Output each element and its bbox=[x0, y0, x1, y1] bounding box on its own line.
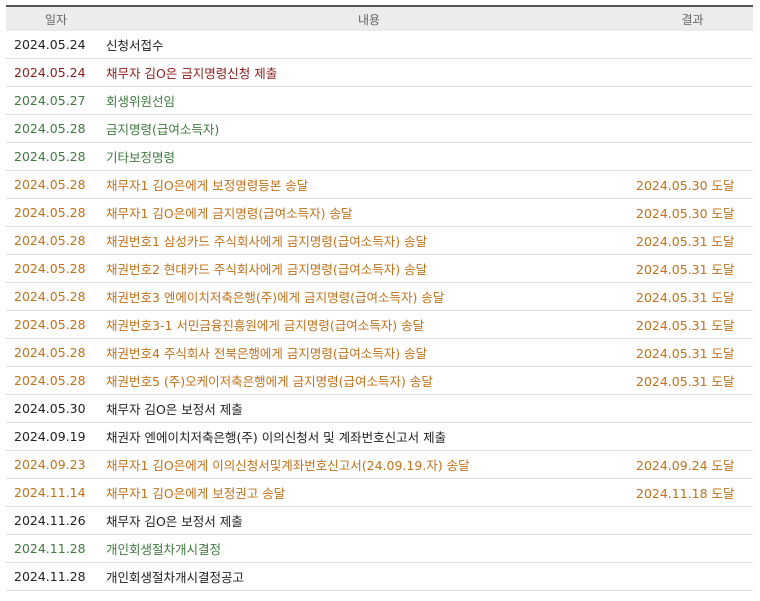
row-date: 2024.05.27 bbox=[6, 86, 106, 115]
row-content: 채권번호2 현대카드 주식회사에게 금지명령(급여소득자) 송달 bbox=[106, 254, 632, 283]
row-date: 2024.11.26 bbox=[6, 506, 106, 535]
row-date: 2024.05.28 bbox=[6, 170, 106, 199]
table-body: 2024.05.24 신청서접수 2024.05.24 채무자 김O은 금지명령신청 … bbox=[6, 31, 753, 591]
table-row: 2024.05.28 채권번호4 주식회사 전북은행에게 금지명령(급여소득자) … bbox=[6, 338, 753, 367]
row-result: 2024.11.18 도달 bbox=[632, 478, 753, 507]
row-content: 채권번호5 (주)오케이저축은행에게 금지명령(급여소득자) 송달 bbox=[106, 366, 632, 395]
row-date: 2024.11.14 bbox=[6, 478, 106, 507]
row-content: 신청서접수 bbox=[106, 31, 632, 59]
table-header: 일자 내용 결과 bbox=[6, 6, 753, 31]
row-result: 2024.05.31 도달 bbox=[632, 310, 753, 339]
row-content: 채권번호3 엔에이치저축은행(주)에게 금지명령(급여소득자) 송달 bbox=[106, 282, 632, 311]
row-content: 채무자1 김O은에게 금지명령(급여소득자) 송달 bbox=[106, 198, 632, 227]
row-content: 채무자 김O은 보정서 제출 bbox=[106, 394, 632, 423]
table-row: 2024.05.24 채무자 김O은 금지명령신청 제출 bbox=[6, 58, 753, 87]
table-row: 2024.11.14 채무자1 김O은에게 보정권고 송달 2024.11.18 도… bbox=[6, 478, 753, 507]
row-result bbox=[632, 58, 753, 87]
row-date: 2024.05.28 bbox=[6, 142, 106, 171]
table-row: 2024.05.28 채무자1 김O은에게 보정명령등본 송달 2024.05.30… bbox=[6, 170, 753, 199]
row-date: 2024.05.28 bbox=[6, 226, 106, 255]
row-date: 2024.11.28 bbox=[6, 534, 106, 563]
table-row: 2024.05.28 채권번호5 (주)오케이저축은행에게 금지명령(급여소득자)… bbox=[6, 366, 753, 395]
row-date: 2024.05.28 bbox=[6, 282, 106, 311]
header-result: 결과 bbox=[632, 6, 753, 31]
row-result: 2024.05.30 도달 bbox=[632, 198, 753, 227]
row-content: 채무자 김O은 금지명령신청 제출 bbox=[106, 58, 632, 87]
table-row: 2024.05.28 금지명령(급여소득자) bbox=[6, 114, 753, 143]
header-date: 일자 bbox=[6, 6, 106, 31]
row-content: 채권번호1 삼성카드 주식회사에게 금지명령(급여소득자) 송달 bbox=[106, 226, 632, 255]
header-row: 일자 내용 결과 bbox=[6, 6, 753, 31]
row-result: 2024.05.31 도달 bbox=[632, 338, 753, 367]
row-result bbox=[632, 534, 753, 563]
row-result: 2024.09.24 도달 bbox=[632, 450, 753, 479]
row-result: 2024.05.31 도달 bbox=[632, 282, 753, 311]
row-date: 2024.09.23 bbox=[6, 450, 106, 479]
row-content: 금지명령(급여소득자) bbox=[106, 114, 632, 143]
case-history-table: 일자 내용 결과 2024.05.24 신청서접수 2024.05.24 채무자 김O… bbox=[6, 5, 753, 591]
row-content: 채권번호4 주식회사 전북은행에게 금지명령(급여소득자) 송달 bbox=[106, 338, 632, 367]
row-content: 개인회생절차개시결정공고 bbox=[106, 562, 632, 591]
row-date: 2024.05.28 bbox=[6, 338, 106, 367]
table-row: 2024.05.28 채권번호1 삼성카드 주식회사에게 금지명령(급여소득자) … bbox=[6, 226, 753, 255]
table-row: 2024.09.19 채권자 엔에이치저축은행(주) 이의신청서 및 계좌번호신고… bbox=[6, 422, 753, 451]
row-date: 2024.09.19 bbox=[6, 422, 106, 451]
row-date: 2024.05.28 bbox=[6, 254, 106, 283]
row-content: 채무자 김O은 보정서 제출 bbox=[106, 506, 632, 535]
table-row: 2024.05.28 채권번호3 엔에이치저축은행(주)에게 금지명령(급여소득자… bbox=[6, 282, 753, 311]
row-date: 2024.05.28 bbox=[6, 366, 106, 395]
row-content: 채무자1 김O은에게 보정명령등본 송달 bbox=[106, 170, 632, 199]
row-date: 2024.05.24 bbox=[6, 58, 106, 87]
table-row: 2024.11.28 개인회생절차개시결정공고 bbox=[6, 562, 753, 591]
row-content: 기타보정명령 bbox=[106, 142, 632, 171]
table-row: 2024.05.28 채권번호3-1 서민금융진흥원에게 금지명령(급여소득자) … bbox=[6, 310, 753, 339]
row-content: 채권자 엔에이치저축은행(주) 이의신청서 및 계좌번호신고서 제출 bbox=[106, 422, 632, 451]
row-date: 2024.05.28 bbox=[6, 198, 106, 227]
row-result: 2024.05.30 도달 bbox=[632, 170, 753, 199]
table-row: 2024.11.28 개인회생절차개시결정 bbox=[6, 534, 753, 563]
row-result bbox=[632, 394, 753, 423]
case-history-panel: 일자 내용 결과 2024.05.24 신청서접수 2024.05.24 채무자 김O… bbox=[6, 5, 753, 591]
row-result bbox=[632, 86, 753, 115]
row-date: 2024.05.30 bbox=[6, 394, 106, 423]
row-content: 채무자1 김O은에게 보정권고 송달 bbox=[106, 478, 632, 507]
row-content: 개인회생절차개시결정 bbox=[106, 534, 632, 563]
row-result bbox=[632, 142, 753, 171]
table-row: 2024.05.28 기타보정명령 bbox=[6, 142, 753, 171]
row-date: 2024.05.28 bbox=[6, 310, 106, 339]
row-result: 2024.05.31 도달 bbox=[632, 226, 753, 255]
row-content: 회생위원선임 bbox=[106, 86, 632, 115]
row-result bbox=[632, 506, 753, 535]
row-date: 2024.05.24 bbox=[6, 31, 106, 59]
table-row: 2024.05.24 신청서접수 bbox=[6, 31, 753, 59]
table-row: 2024.11.26 채무자 김O은 보정서 제출 bbox=[6, 506, 753, 535]
row-result bbox=[632, 114, 753, 143]
table-row: 2024.05.28 채권번호2 현대카드 주식회사에게 금지명령(급여소득자) … bbox=[6, 254, 753, 283]
header-content: 내용 bbox=[106, 6, 632, 31]
row-content: 채무자1 김O은에게 이의신청서및계좌번호신고서(24.09.19.자) 송달 bbox=[106, 450, 632, 479]
table-row: 2024.05.30 채무자 김O은 보정서 제출 bbox=[6, 394, 753, 423]
row-result bbox=[632, 422, 753, 451]
row-result bbox=[632, 31, 753, 59]
row-result: 2024.05.31 도달 bbox=[632, 366, 753, 395]
row-date: 2024.05.28 bbox=[6, 114, 106, 143]
table-row: 2024.05.28 채무자1 김O은에게 금지명령(급여소득자) 송달 2024.… bbox=[6, 198, 753, 227]
table-row: 2024.09.23 채무자1 김O은에게 이의신청서및계좌번호신고서(24.09… bbox=[6, 450, 753, 479]
row-result bbox=[632, 562, 753, 591]
row-date: 2024.11.28 bbox=[6, 562, 106, 591]
table-row: 2024.05.27 회생위원선임 bbox=[6, 86, 753, 115]
row-content: 채권번호3-1 서민금융진흥원에게 금지명령(급여소득자) 송달 bbox=[106, 310, 632, 339]
row-result: 2024.05.31 도달 bbox=[632, 254, 753, 283]
